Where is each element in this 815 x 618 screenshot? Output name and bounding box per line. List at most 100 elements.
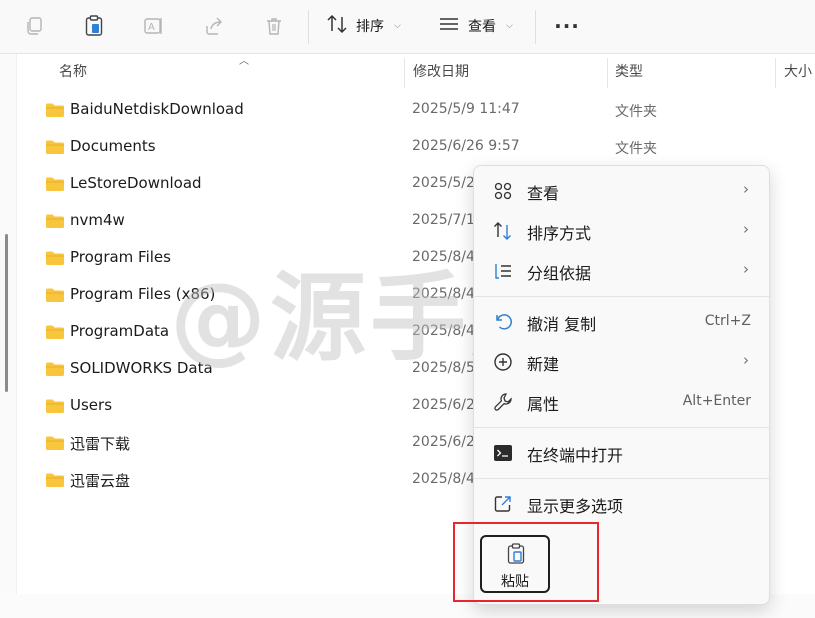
copy-icon[interactable] bbox=[18, 10, 50, 42]
folder-icon bbox=[45, 213, 65, 233]
paste-icon bbox=[506, 543, 526, 569]
paste-icon[interactable] bbox=[78, 10, 110, 42]
file-date: 2025/8/5 bbox=[412, 360, 475, 376]
folder-icon bbox=[45, 287, 65, 307]
menu-item-label: 排序方式 bbox=[527, 224, 592, 243]
command-bar: A 排序 ⌵ 查看 ⌵ ··· bbox=[0, 0, 815, 54]
file-name: BaiduNetdiskDownload bbox=[70, 100, 244, 118]
paste-button[interactable]: 粘贴 bbox=[480, 535, 550, 593]
view-label: 查看 bbox=[468, 19, 496, 35]
menu-item-label: 属性 bbox=[527, 395, 560, 414]
file-date: 2025/6/2 bbox=[412, 434, 475, 450]
chevron-right-icon: › bbox=[743, 180, 749, 198]
chevron-right-icon: › bbox=[743, 260, 749, 278]
menu-divider bbox=[474, 296, 771, 297]
file-type: 文件夹 bbox=[615, 141, 657, 157]
file-date: 2025/5/2 bbox=[412, 175, 475, 191]
shortcut-label: Ctrl+Z bbox=[704, 313, 751, 329]
navigation-pane-edge bbox=[0, 54, 17, 594]
shortcut-label: Alt+Enter bbox=[682, 393, 751, 409]
file-name: nvm4w bbox=[70, 211, 125, 229]
menu-item-undo-copy[interactable]: 撤消 复制 Ctrl+Z bbox=[478, 302, 767, 342]
column-header-date-label: 修改日期 bbox=[413, 64, 469, 80]
file-date: 2025/6/2 bbox=[412, 397, 475, 413]
view-icon bbox=[438, 15, 460, 37]
menu-item-label: 显示更多选项 bbox=[527, 497, 624, 516]
grid-icon bbox=[493, 181, 513, 201]
file-date: 2025/5/9 11:47 bbox=[412, 101, 520, 117]
wrench-icon bbox=[493, 392, 513, 412]
column-header-size-label: 大小 bbox=[784, 64, 812, 80]
group-icon bbox=[493, 261, 513, 281]
menu-item-label: 撤消 复制 bbox=[527, 315, 597, 334]
chevron-right-icon: › bbox=[743, 220, 749, 238]
file-type: 文件夹 bbox=[615, 104, 657, 120]
column-headers: 名称 ︿ 修改日期 类型 大小 bbox=[17, 54, 815, 88]
chevron-down-icon: ⌵ bbox=[506, 21, 513, 31]
file-name: Users bbox=[70, 396, 113, 414]
menu-item-new[interactable]: 新建 › bbox=[478, 342, 767, 382]
menu-item-label: 分组依据 bbox=[527, 264, 592, 283]
column-divider[interactable] bbox=[404, 58, 405, 88]
sort-label: 排序 bbox=[356, 19, 384, 35]
chevron-down-icon: ⌵ bbox=[394, 21, 401, 31]
column-header-name-label: 名称 bbox=[59, 64, 87, 80]
column-divider[interactable] bbox=[775, 58, 776, 88]
folder-icon bbox=[45, 472, 65, 492]
column-header-size[interactable]: 大小 bbox=[784, 54, 815, 88]
file-row[interactable]: BaiduNetdiskDownload 2025/5/9 11:47 文件夹 bbox=[17, 91, 815, 128]
menu-item-show-more-options[interactable]: 显示更多选项 bbox=[478, 484, 767, 524]
folder-icon bbox=[45, 398, 65, 418]
file-date: 2025/8/4 bbox=[412, 286, 475, 302]
file-date: 2025/8/4 bbox=[412, 471, 475, 487]
menu-item-sort-by[interactable]: 排序方式 › bbox=[478, 211, 767, 251]
file-name: Program Files bbox=[70, 248, 171, 266]
folder-icon bbox=[45, 324, 65, 344]
file-name: ProgramData bbox=[70, 322, 170, 340]
rename-icon[interactable]: A bbox=[138, 10, 170, 42]
sort-icon bbox=[493, 221, 513, 241]
toolbar-divider bbox=[308, 10, 309, 44]
folder-icon bbox=[45, 139, 65, 159]
file-date: 2025/8/4 bbox=[412, 249, 475, 265]
sort-icon bbox=[326, 14, 348, 38]
file-date: 2025/7/1 bbox=[412, 212, 475, 228]
menu-item-view[interactable]: 查看 › bbox=[478, 171, 767, 211]
svg-text:A: A bbox=[148, 22, 155, 33]
column-header-type-label: 类型 bbox=[615, 64, 643, 80]
file-date: 2025/6/26 9:57 bbox=[412, 138, 520, 154]
file-name: 迅雷云盘 bbox=[70, 472, 131, 490]
file-row[interactable]: Documents 2025/6/26 9:57 文件夹 bbox=[17, 128, 815, 165]
folder-icon bbox=[45, 250, 65, 270]
folder-icon bbox=[45, 176, 65, 196]
view-button[interactable]: 查看 ⌵ bbox=[438, 12, 513, 40]
menu-divider bbox=[474, 478, 771, 479]
file-name: Documents bbox=[70, 137, 156, 155]
delete-icon[interactable] bbox=[258, 10, 290, 42]
share-icon[interactable] bbox=[198, 10, 230, 42]
folder-icon bbox=[45, 435, 65, 455]
menu-divider bbox=[474, 427, 771, 428]
file-name: 迅雷下载 bbox=[70, 435, 131, 453]
scrollbar-thumb[interactable] bbox=[5, 234, 8, 392]
file-name: LeStoreDownload bbox=[70, 174, 202, 192]
sort-button[interactable]: 排序 ⌵ bbox=[326, 12, 401, 40]
menu-item-group-by[interactable]: 分组依据 › bbox=[478, 251, 767, 291]
sort-ascending-icon: ︿ bbox=[239, 56, 249, 67]
terminal-icon bbox=[493, 443, 513, 463]
chevron-right-icon: › bbox=[743, 351, 749, 369]
column-divider[interactable] bbox=[607, 58, 608, 88]
folder-icon bbox=[45, 361, 65, 381]
column-header-date[interactable]: 修改日期 bbox=[413, 54, 603, 88]
column-header-type[interactable]: 类型 bbox=[615, 54, 765, 88]
more-options-button[interactable]: ··· bbox=[553, 14, 581, 38]
column-header-name[interactable]: 名称 bbox=[59, 54, 399, 88]
plus-circle-icon bbox=[493, 352, 513, 372]
file-date: 2025/8/4 bbox=[412, 323, 475, 339]
folder-icon bbox=[45, 102, 65, 122]
menu-item-open-terminal[interactable]: 在终端中打开 bbox=[478, 433, 767, 473]
menu-item-properties[interactable]: 属性 Alt+Enter bbox=[478, 382, 767, 422]
file-name: SOLIDWORKS Data bbox=[70, 359, 213, 377]
toolbar-divider bbox=[535, 10, 536, 44]
menu-item-label: 在终端中打开 bbox=[527, 446, 624, 465]
